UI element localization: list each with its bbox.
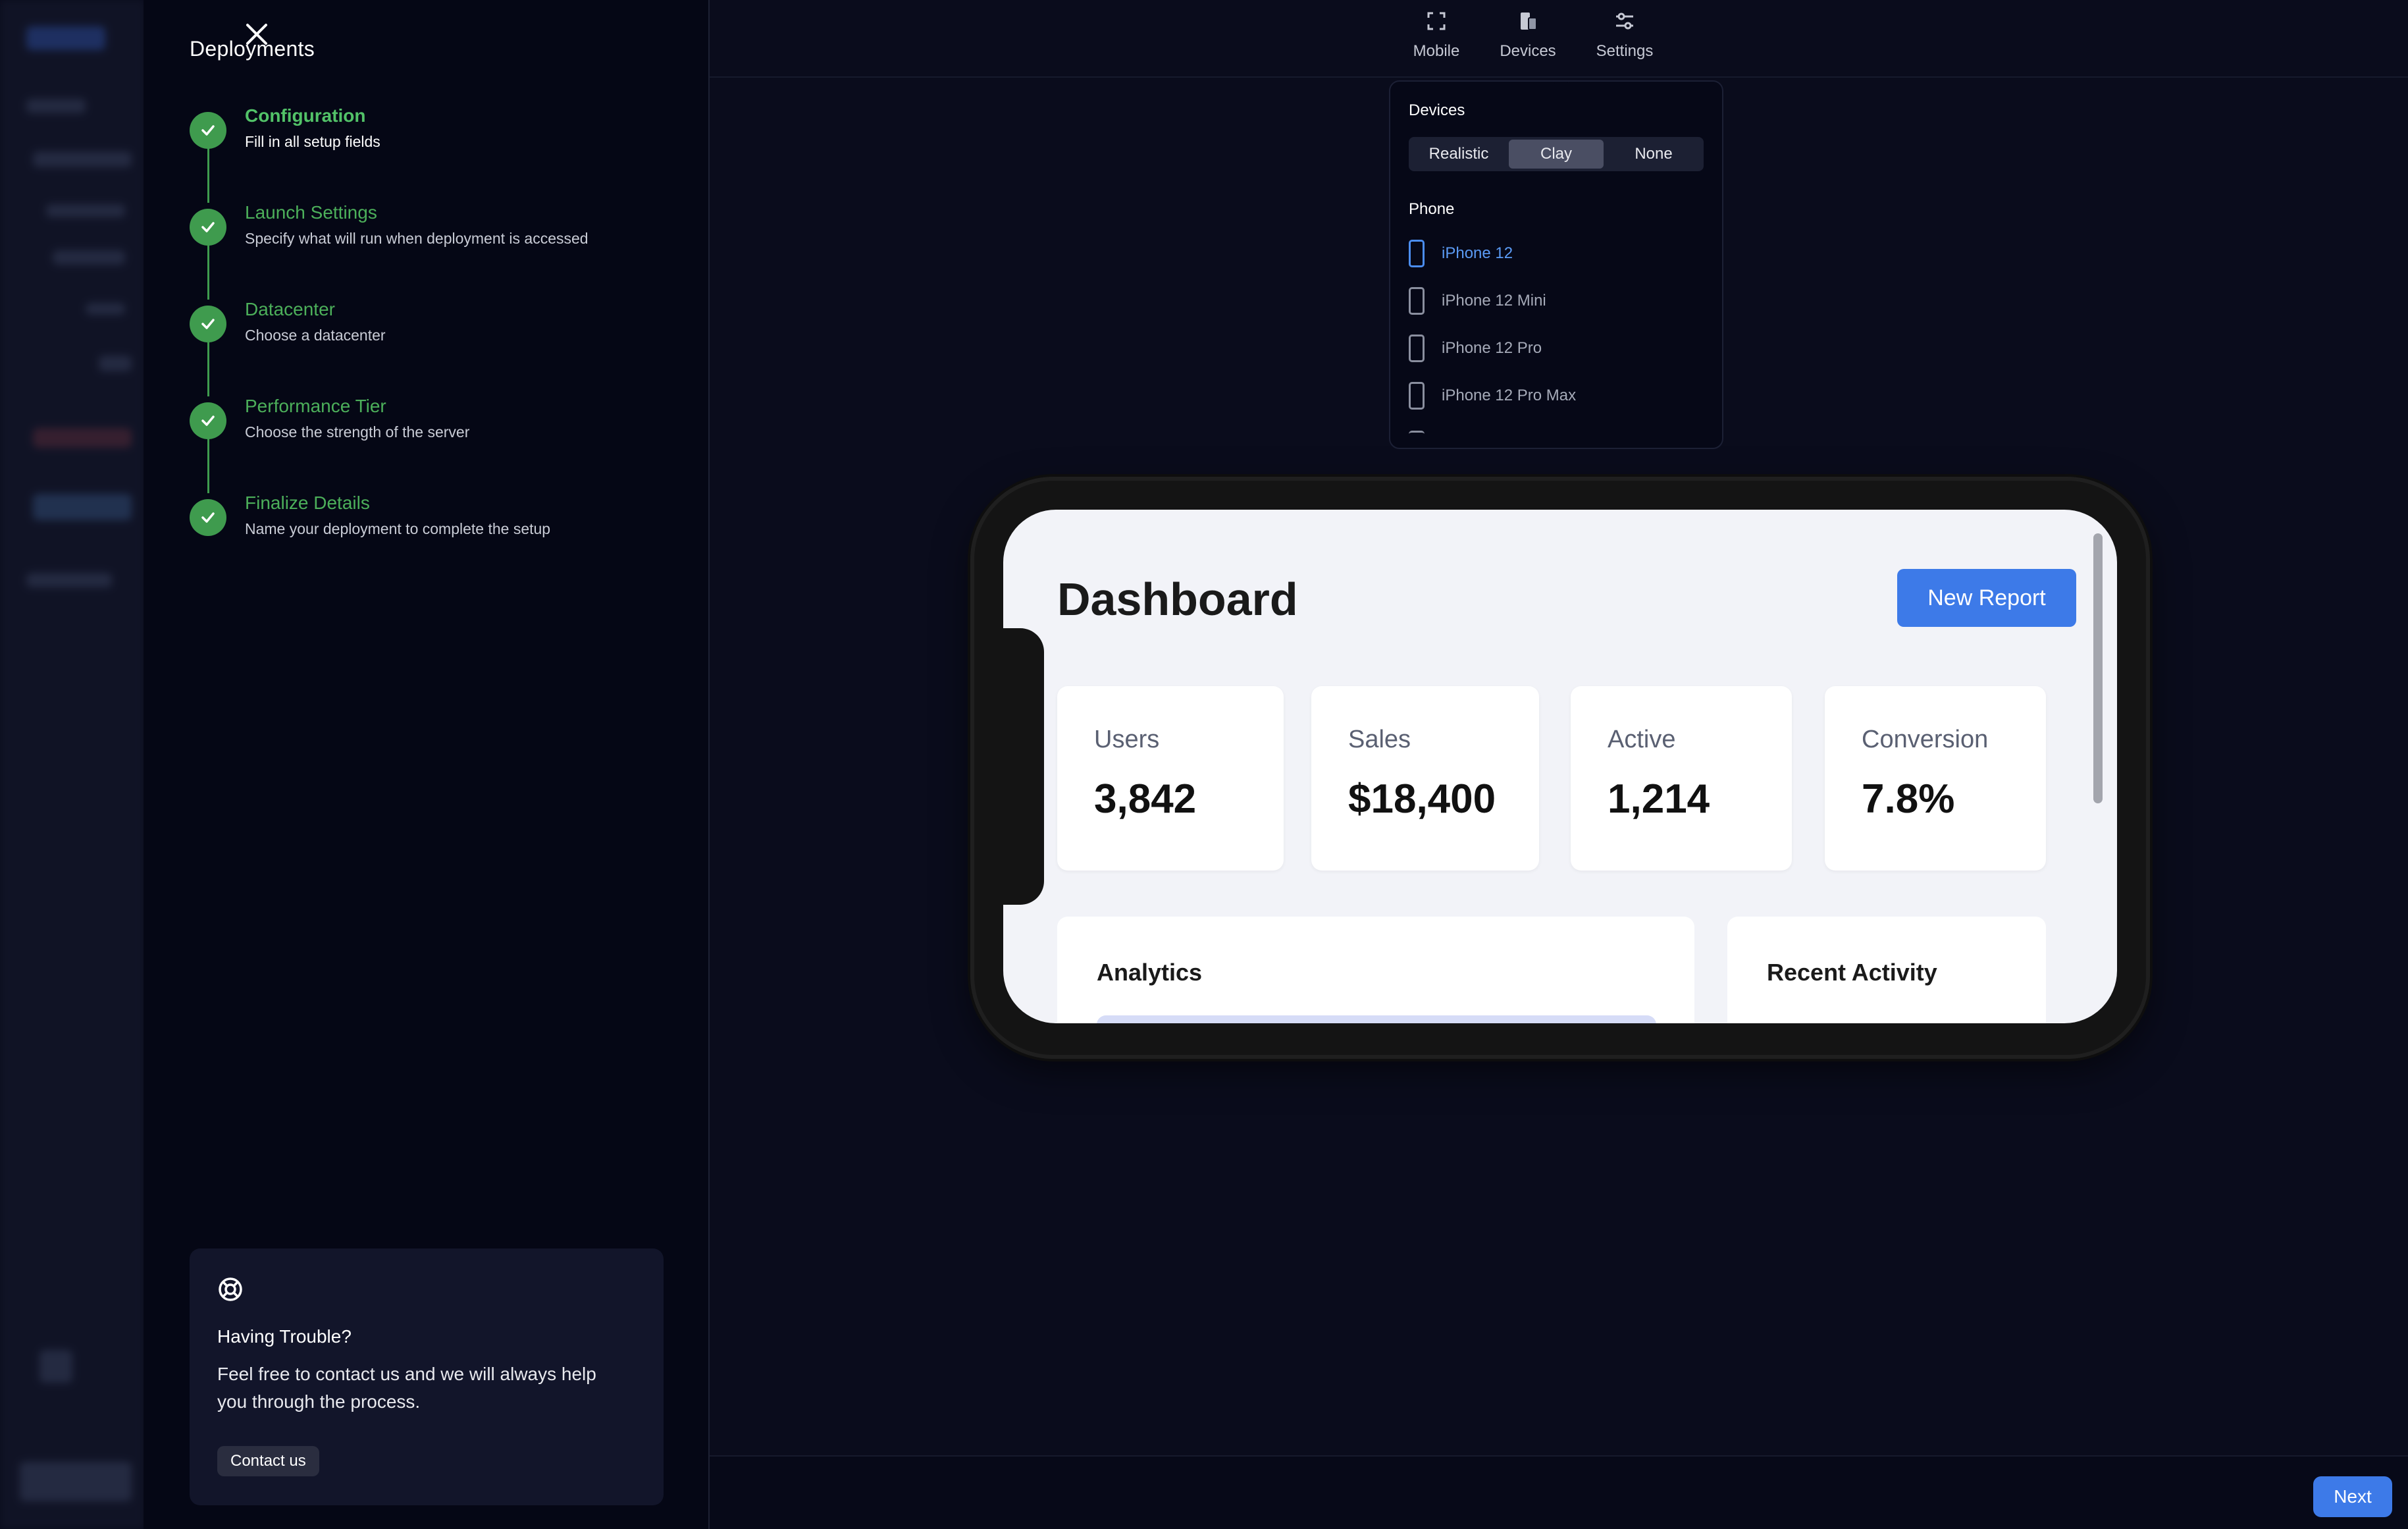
- stat-label: Users: [1094, 726, 1160, 753]
- stat-value: 3,842: [1094, 776, 1197, 822]
- step-title: Configuration: [245, 105, 366, 126]
- phone-icon: [1409, 287, 1425, 315]
- analytics-card: Analytics: [1057, 917, 1694, 1023]
- device-label: iPhone 12 Pro: [1442, 339, 1542, 357]
- step-title: Finalize Details: [245, 493, 370, 513]
- frame-style-selector: Realistic Clay None: [1409, 137, 1704, 171]
- sliders-icon: [1613, 9, 1636, 33]
- deployments-panel: Deployments Configuration Fill in all se…: [144, 0, 710, 1529]
- step-description: Fill in all setup fields: [245, 133, 380, 150]
- footer-bar: Next: [710, 1455, 2408, 1529]
- step-title: Datacenter: [245, 299, 335, 319]
- tab-settings[interactable]: Settings: [1585, 0, 1664, 72]
- help-title: Having Trouble?: [217, 1326, 352, 1347]
- new-report-button[interactable]: New Report: [1897, 569, 2076, 627]
- tab-label: Settings: [1596, 42, 1654, 60]
- phone-icon: [1409, 240, 1425, 267]
- stat-card-users: Users 3,842: [1057, 686, 1284, 871]
- tab-mobile[interactable]: Mobile: [1397, 0, 1476, 72]
- tab-label: Mobile: [1413, 42, 1460, 60]
- step-title: Launch Settings: [245, 202, 377, 223]
- preview-scrollbar[interactable]: [2093, 533, 2103, 803]
- background-app-sidebar: [0, 0, 145, 1529]
- contact-us-button[interactable]: Contact us: [217, 1446, 319, 1476]
- stat-label: Sales: [1348, 726, 1411, 753]
- phone-heading: Phone: [1409, 200, 1455, 218]
- help-card: Having Trouble? Feel free to contact us …: [190, 1248, 664, 1505]
- device-label: iPhone 12: [1442, 244, 1513, 262]
- next-button[interactable]: Next: [2313, 1476, 2392, 1517]
- device-option-iphone-12-pro[interactable]: iPhone 12 Pro: [1409, 332, 1698, 365]
- section-title: Analytics: [1097, 959, 1203, 986]
- frame-option-none[interactable]: None: [1606, 140, 1701, 169]
- stat-value: 1,214: [1608, 776, 1710, 822]
- section-title: Recent Activity: [1767, 959, 1937, 986]
- stat-card-conversion: Conversion 7.8%: [1825, 686, 2046, 871]
- check-icon: [190, 112, 226, 149]
- check-icon: [190, 402, 226, 439]
- device-screen: Dashboard New Report Users 3,842 Sales $…: [1003, 510, 2117, 1023]
- tab-label: Devices: [1500, 42, 1556, 60]
- app-root: Deployments Configuration Fill in all se…: [0, 0, 2408, 1529]
- device-label: iPhone 12 Pro Max: [1442, 387, 1577, 404]
- tab-devices[interactable]: Devices: [1488, 0, 1567, 72]
- step-description: Specify what will run when deployment is…: [245, 230, 589, 247]
- dropdown-caret: [1552, 82, 1569, 90]
- main-preview-area: Mobile Devices Settings Dashboard New Re…: [710, 0, 2408, 1529]
- check-icon: [190, 306, 226, 342]
- stat-card-active: Active 1,214: [1571, 686, 1792, 871]
- devices-heading: Devices: [1409, 101, 1465, 119]
- phone-icon: [1409, 431, 1425, 444]
- step-connector: [207, 144, 209, 203]
- device-label: iPhone 12 Mini: [1442, 292, 1546, 309]
- check-icon: [190, 499, 226, 536]
- panel-title: Deployments: [190, 37, 315, 61]
- stat-value: 7.8%: [1862, 776, 1955, 822]
- step-connector: [207, 337, 209, 396]
- dashboard-title: Dashboard: [1057, 574, 1298, 625]
- stat-label: Conversion: [1862, 726, 1989, 753]
- device-notch: [1003, 628, 1044, 905]
- step-description: Name your deployment to complete the set…: [245, 520, 551, 537]
- scan-icon: [1425, 9, 1448, 33]
- device-frame: Dashboard New Report Users 3,842 Sales $…: [974, 481, 2146, 1055]
- help-text: Feel free to contact us and we will alwa…: [217, 1364, 596, 1412]
- step-connector: [207, 240, 209, 300]
- check-icon: [190, 209, 226, 246]
- stat-label: Active: [1608, 726, 1676, 753]
- frame-option-clay[interactable]: Clay: [1509, 140, 1604, 169]
- recent-activity-card: Recent Activity: [1727, 917, 2046, 1023]
- stat-value: $18,400: [1348, 776, 1496, 822]
- step-description: Choose a datacenter: [245, 327, 386, 344]
- phone-icon: [1409, 382, 1425, 410]
- step-connector: [207, 434, 209, 493]
- phone-icon: [1409, 335, 1425, 362]
- analytics-chart-placeholder: [1097, 1015, 1656, 1023]
- devices-icon: [1516, 9, 1540, 33]
- frame-option-realistic[interactable]: Realistic: [1411, 140, 1506, 169]
- device-option-iphone-12-mini[interactable]: iPhone 12 Mini: [1409, 284, 1698, 317]
- device-option-iphone-12[interactable]: iPhone 12: [1409, 237, 1698, 270]
- preview-toolbar: Mobile Devices Settings: [710, 0, 2408, 78]
- step-title: Performance Tier: [245, 396, 386, 416]
- stat-card-sales: Sales $18,400: [1311, 686, 1539, 871]
- device-option-iphone-12-pro-max[interactable]: iPhone 12 Pro Max: [1409, 379, 1698, 412]
- step-description: Choose the strength of the server: [245, 423, 470, 441]
- lifebuoy-icon: [217, 1276, 244, 1302]
- devices-dropdown: Devices Realistic Clay None Phone iPhone…: [1389, 80, 1723, 449]
